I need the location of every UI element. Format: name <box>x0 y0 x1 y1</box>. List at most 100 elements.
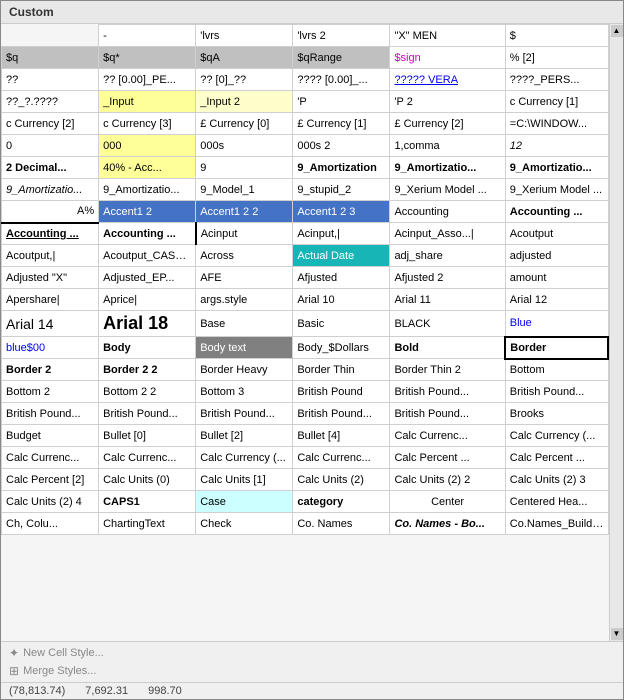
table-row[interactable]: c Currency [2]c Currency [3]£ Currency [… <box>2 113 609 135</box>
table-row[interactable]: Ch, Colu...ChartingTextCheckCo. NamesCo.… <box>2 513 609 535</box>
cell-20-1[interactable]: Calc Units (0) <box>99 469 196 491</box>
cell-13-2[interactable]: Base <box>196 311 293 337</box>
cell-5-1[interactable]: 000 <box>99 135 196 157</box>
cell-16-1[interactable]: Bottom 2 2 <box>99 381 196 403</box>
cell-4-1[interactable]: c Currency [3] <box>99 113 196 135</box>
cell-6-2[interactable]: 9 <box>196 157 293 179</box>
cell-18-2[interactable]: Bullet [2] <box>196 425 293 447</box>
cell-17-3[interactable]: British Pound... <box>293 403 390 425</box>
cell-14-1[interactable]: Body <box>99 337 196 359</box>
cell-18-3[interactable]: Bullet [4] <box>293 425 390 447</box>
cell-2-3[interactable]: ???? [0.00]_... <box>293 69 390 91</box>
cell-4-3[interactable]: £ Currency [1] <box>293 113 390 135</box>
cell-15-4[interactable]: Border Thin 2 <box>390 359 505 381</box>
cell-5-5[interactable]: 12 <box>505 135 608 157</box>
cell-8-4[interactable]: Accounting <box>390 201 505 223</box>
cell-17-1[interactable]: British Pound... <box>99 403 196 425</box>
cell-18-1[interactable]: Bullet [0] <box>99 425 196 447</box>
cell-12-5[interactable]: Arial 12 <box>505 289 608 311</box>
cell-5-2[interactable]: 000s <box>196 135 293 157</box>
cell-19-4[interactable]: Calc Percent ... <box>390 447 505 469</box>
cell-16-5[interactable]: British Pound... <box>505 381 608 403</box>
cell-17-5[interactable]: Brooks <box>505 403 608 425</box>
cell-21-5[interactable]: Centered Hea... <box>505 491 608 513</box>
cell-17-0[interactable]: British Pound... <box>2 403 99 425</box>
cell-19-5[interactable]: Calc Percent ... <box>505 447 608 469</box>
cell-0-3[interactable]: 'lvrs 2 <box>293 25 390 47</box>
cell-12-3[interactable]: Arial 10 <box>293 289 390 311</box>
cell-0-0[interactable] <box>2 25 99 47</box>
cell-4-5[interactable]: =C:\WINDOW... <box>505 113 608 135</box>
table-row[interactable]: -'lvrs'lvrs 2"X" MEN$$m <box>2 25 609 47</box>
table-row[interactable]: Border 2Border 2 2Border HeavyBorder Thi… <box>2 359 609 381</box>
cell-16-2[interactable]: Bottom 3 <box>196 381 293 403</box>
cell-2-5[interactable]: ????_PERS... <box>505 69 608 91</box>
cell-3-1[interactable]: _Input <box>99 91 196 113</box>
cell-21-1[interactable]: CAPS1 <box>99 491 196 513</box>
cell-13-4[interactable]: BLACK <box>390 311 505 337</box>
cell-17-4[interactable]: British Pound... <box>390 403 505 425</box>
cell-18-0[interactable]: Budget <box>2 425 99 447</box>
cell-19-0[interactable]: Calc Currenc... <box>2 447 99 469</box>
cell-4-0[interactable]: c Currency [2] <box>2 113 99 135</box>
cell-14-4[interactable]: Bold <box>390 337 505 359</box>
cell-19-1[interactable]: Calc Currenc... <box>99 447 196 469</box>
cell-20-2[interactable]: Calc Units [1] <box>196 469 293 491</box>
cell-8-2[interactable]: Accent1 2 2 <box>196 201 293 223</box>
cell-18-4[interactable]: Calc Currenc... <box>390 425 505 447</box>
cell-20-3[interactable]: Calc Units (2) <box>293 469 390 491</box>
cell-22-1[interactable]: ChartingText <box>99 513 196 535</box>
cell-4-2[interactable]: £ Currency [0] <box>196 113 293 135</box>
cell-19-2[interactable]: Calc Currency (... <box>196 447 293 469</box>
table-row[interactable]: British Pound...British Pound...British … <box>2 403 609 425</box>
table-row[interactable]: Bottom 2Bottom 2 2Bottom 3British PoundB… <box>2 381 609 403</box>
new-cell-style-link[interactable]: ✦ New Cell Style... <box>5 644 619 662</box>
cell-1-1[interactable]: $q* <box>99 47 196 69</box>
cell-12-0[interactable]: Apershare| <box>2 289 99 311</box>
table-row[interactable]: 2 Decimal...40% - Acc...99_Amortization9… <box>2 157 609 179</box>
cell-7-0[interactable]: 9_Amortizatio... <box>2 179 99 201</box>
cell-0-5[interactable]: $ <box>505 25 608 47</box>
cell-8-5[interactable]: Accounting ... <box>505 201 608 223</box>
cell-11-3[interactable]: Afjusted <box>293 267 390 289</box>
cell-14-2[interactable]: Body text <box>196 337 293 359</box>
table-row[interactable]: blue$00BodyBody textBody_$DollarsBoldBor… <box>2 337 609 359</box>
cell-20-5[interactable]: Calc Units (2) 3 <box>505 469 608 491</box>
cell-9-1[interactable]: Accounting ... <box>99 223 196 245</box>
cell-22-2[interactable]: Check <box>196 513 293 535</box>
cell-20-0[interactable]: Calc Percent [2] <box>2 469 99 491</box>
table-row[interactable]: A%Accent1 2Accent1 2 2Accent1 2 3Account… <box>2 201 609 223</box>
table-row[interactable]: Calc Currenc...Calc Currenc...Calc Curre… <box>2 447 609 469</box>
cell-5-3[interactable]: 000s 2 <box>293 135 390 157</box>
cell-22-0[interactable]: Ch, Colu... <box>2 513 99 535</box>
cell-1-4[interactable]: $sign <box>390 47 505 69</box>
cell-7-1[interactable]: 9_Amortizatio... <box>99 179 196 201</box>
cell-2-4[interactable]: ????? VERA <box>390 69 505 91</box>
cell-3-2[interactable]: _Input 2 <box>196 91 293 113</box>
cell-0-2[interactable]: 'lvrs <box>196 25 293 47</box>
table-row[interactable]: BudgetBullet [0]Bullet [2]Bullet [4]Calc… <box>2 425 609 447</box>
cell-3-4[interactable]: 'P 2 <box>390 91 505 113</box>
cell-6-3[interactable]: 9_Amortization <box>293 157 390 179</box>
cell-12-4[interactable]: Arial 11 <box>390 289 505 311</box>
cell-5-4[interactable]: 1,comma <box>390 135 505 157</box>
cell-14-5[interactable]: Border <box>505 337 608 359</box>
table-row[interactable]: 9_Amortizatio...9_Amortizatio...9_Model_… <box>2 179 609 201</box>
cell-16-4[interactable]: British Pound... <box>390 381 505 403</box>
cell-11-0[interactable]: Adjusted "X" <box>2 267 99 289</box>
cell-3-3[interactable]: 'P <box>293 91 390 113</box>
cell-7-5[interactable]: 9_Xerium Model ... <box>505 179 608 201</box>
cell-3-0[interactable]: ??_?.???? <box>2 91 99 113</box>
cell-4-4[interactable]: £ Currency [2] <box>390 113 505 135</box>
cell-21-3[interactable]: category <box>293 491 390 513</box>
table-row[interactable]: Calc Units (2) 4CAPS1CasecategoryCenterC… <box>2 491 609 513</box>
table-row[interactable]: Arial 14Arial 18BaseBasicBLACKBlue <box>2 311 609 337</box>
cell-22-3[interactable]: Co. Names <box>293 513 390 535</box>
cell-6-1[interactable]: 40% - Acc... <box>99 157 196 179</box>
cell-15-5[interactable]: Bottom <box>505 359 608 381</box>
cell-22-4[interactable]: Co. Names - Bo... <box>390 513 505 535</box>
table-row[interactable]: ???? [0.00]_PE...?? [0]_?????? [0.00]_..… <box>2 69 609 91</box>
cell-10-5[interactable]: adjusted <box>505 245 608 267</box>
cell-11-5[interactable]: amount <box>505 267 608 289</box>
cell-8-0[interactable]: A% <box>2 201 99 223</box>
